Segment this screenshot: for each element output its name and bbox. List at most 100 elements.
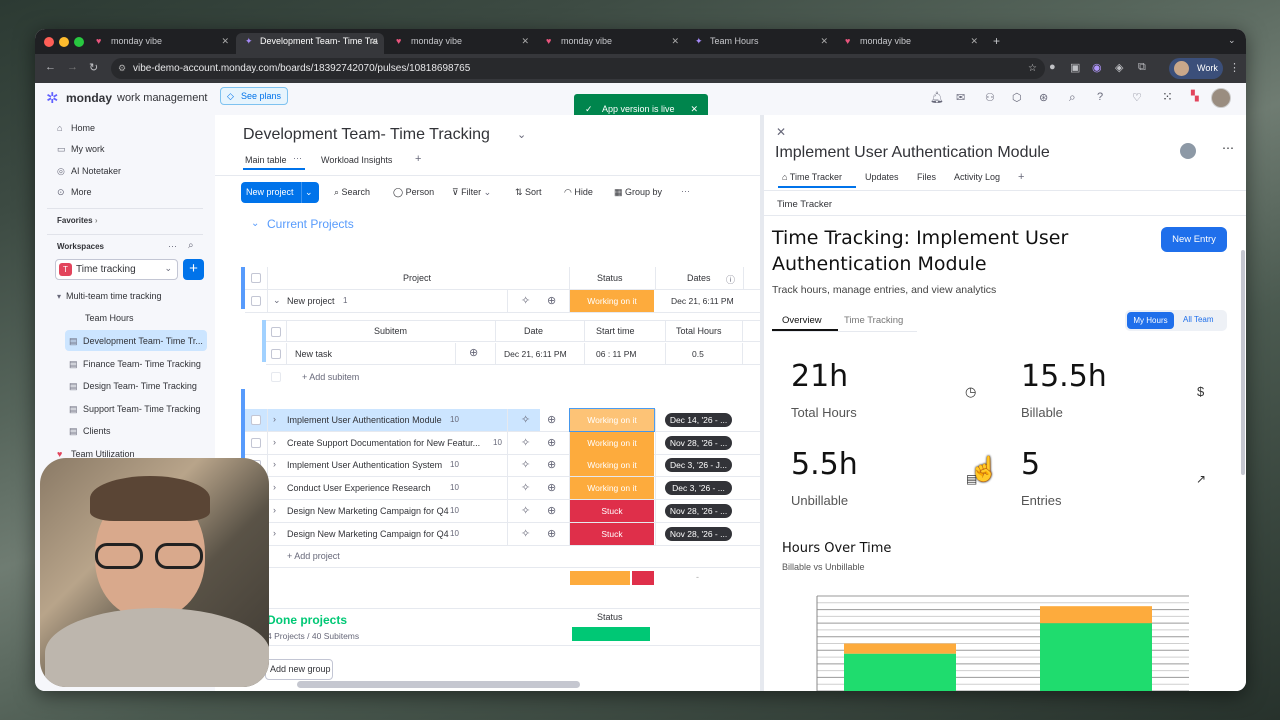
updates-icon[interactable]: ⊕ — [547, 458, 556, 471]
see-plans-button[interactable]: ◇ See plans — [220, 87, 288, 105]
info-icon[interactable]: ⓘ — [726, 273, 735, 286]
item-name[interactable]: Conduct User Experience Research — [287, 483, 431, 493]
person-filter-button[interactable]: ◯ Person — [393, 187, 434, 198]
column-header-start-time[interactable]: Start time — [596, 326, 635, 336]
subitem-start-time[interactable]: 06 : 11 PM — [596, 349, 636, 359]
all-team-toggle[interactable]: All Team — [1183, 315, 1214, 324]
status-cell[interactable]: Working on it — [570, 454, 654, 477]
browser-menu-icon[interactable]: ⋮ — [1229, 61, 1240, 74]
select-all-subitems-checkbox[interactable] — [271, 327, 281, 337]
more-dots-icon[interactable]: ⋯ — [1222, 141, 1234, 155]
date-range-cell[interactable]: Dec 3, '26 - ... — [665, 481, 732, 496]
ai-sparkle-icon[interactable]: ✧ — [521, 527, 530, 540]
search-button[interactable]: ⌕ Search — [334, 187, 370, 198]
close-window-button[interactable] — [44, 37, 54, 47]
add-subitem-button[interactable]: + Add subitem — [302, 372, 359, 382]
browser-tab[interactable]: ✦ Team Hours ✕ — [686, 33, 834, 54]
expand-subitems-icon[interactable]: › — [273, 437, 276, 447]
close-tab-icon[interactable]: ✕ — [370, 33, 378, 50]
column-header-status[interactable]: Status — [597, 273, 623, 283]
column-header-date[interactable]: Date — [524, 326, 543, 336]
subitem-date[interactable]: Dec 21, 6:11 PM — [504, 349, 567, 359]
item-name[interactable]: Implement User Authentication System — [287, 460, 442, 470]
sidebar-item-team-hours[interactable]: Team Hours — [85, 313, 134, 323]
address-bar[interactable]: ⚙ vibe-demo-account.monday.com/boards/18… — [111, 58, 1045, 79]
expand-subitems-icon[interactable]: › — [273, 414, 276, 424]
subitem-name[interactable]: New task — [295, 349, 332, 359]
help-icon[interactable]: ? — [1097, 91, 1103, 103]
invite-icon[interactable]: ⚇ — [985, 91, 995, 104]
ai-sparkle-icon[interactable]: ✧ — [521, 504, 530, 517]
sidebar-item-more[interactable]: ⊙ More — [57, 187, 92, 198]
column-header-subitem[interactable]: Subitem — [374, 326, 407, 336]
status-cell[interactable]: Working on it — [569, 408, 655, 432]
column-header-dates[interactable]: Dates — [687, 273, 711, 283]
expand-subitems-icon[interactable]: › — [273, 528, 276, 538]
extension-icon[interactable]: ◉ — [1092, 61, 1102, 74]
horizontal-scrollbar[interactable] — [297, 681, 580, 688]
select-all-checkbox[interactable] — [251, 273, 261, 283]
maximize-window-button[interactable] — [74, 37, 84, 47]
add-view-icon[interactable]: + — [415, 153, 421, 165]
table-row[interactable]: › Create Support Documentation for New Fe… — [245, 431, 760, 455]
extension-icon[interactable]: ● — [1049, 61, 1056, 73]
more-dots-icon[interactable]: ··· — [681, 186, 690, 196]
subtab-time-tracking[interactable]: Time Tracking — [844, 315, 903, 326]
date-range-cell[interactable]: Dec 3, '26 - J... — [665, 458, 732, 473]
ai-sparkle-icon[interactable]: ✧ — [521, 294, 530, 307]
updates-icon[interactable]: ⊕ — [547, 413, 556, 426]
bell-icon[interactable]: 🔔︎ — [930, 91, 944, 104]
column-header-status[interactable]: Status — [597, 612, 623, 622]
date-cell[interactable]: Dec 21, 6:11 PM — [671, 296, 734, 306]
tab-updates[interactable]: Updates — [865, 172, 899, 182]
sidebar-item-design-board[interactable]: ▤ Design Team- Time Tracking — [69, 381, 197, 392]
filter-button[interactable]: ⊽ Filter ⌄ — [452, 187, 491, 198]
new-entry-button[interactable]: New Entry — [1161, 227, 1227, 252]
subscriber-avatar[interactable] — [1180, 143, 1196, 159]
collapse-subitems-icon[interactable]: ⌄ — [273, 295, 281, 306]
row-checkbox[interactable] — [251, 437, 261, 448]
reload-icon[interactable]: ↻ — [89, 61, 98, 74]
item-name[interactable]: Implement User Authentication Module — [287, 415, 442, 425]
ai-sparkle-icon[interactable]: ✧ — [521, 458, 530, 471]
group-by-button[interactable]: ▦ Group by — [614, 187, 662, 198]
status-cell[interactable]: Working on it — [570, 431, 654, 454]
sidebar-item-my-work[interactable]: ▭ My work — [57, 144, 105, 155]
row-checkbox[interactable] — [251, 296, 261, 306]
apps-icon[interactable]: ⬡ — [1012, 91, 1022, 104]
table-row[interactable]: ⌄ New project 1 ✧ ⊕ Working on it Dec 21… — [245, 290, 760, 313]
ai-sparkle-icon[interactable]: ✧ — [521, 436, 530, 449]
my-hours-toggle[interactable]: My Hours — [1127, 312, 1174, 329]
tab-main-table[interactable]: Main table — [245, 155, 287, 165]
chevron-down-icon[interactable]: ⌄ — [517, 128, 526, 141]
sidebar-item-clients[interactable]: ▤ Clients — [69, 426, 111, 437]
column-header-total-hours[interactable]: Total Hours — [676, 326, 722, 336]
subitem-total-hours[interactable]: 0.5 — [692, 349, 704, 359]
add-workspace-item-button[interactable]: + — [183, 259, 204, 280]
expand-subitems-icon[interactable]: › — [273, 505, 276, 515]
item-name[interactable]: Design New Marketing Campaign for Q4 — [287, 529, 449, 539]
close-panel-icon[interactable]: ✕ — [776, 125, 786, 139]
tab-search-icon[interactable]: ⌄ — [1228, 35, 1236, 46]
tab-workload-insights[interactable]: Workload Insights — [321, 155, 392, 165]
inbox-icon[interactable]: ✉ — [956, 91, 965, 104]
updates-icon[interactable]: ⊕ — [547, 294, 556, 307]
updates-icon[interactable]: ⊕ — [547, 504, 556, 517]
browser-tab[interactable]: ♥ monday vibe ✕ — [537, 33, 685, 54]
sidebar-folder[interactable]: ▾ Multi-team time tracking — [57, 291, 162, 301]
panel-scrollbar[interactable] — [1241, 250, 1245, 475]
table-row[interactable]: › Design New Marketing Campaign for Q4 10 ✧… — [245, 499, 760, 523]
new-project-button[interactable]: New project ⌄ — [241, 182, 319, 203]
grid-menu-icon[interactable]: ⁙ — [1162, 89, 1173, 105]
date-range-cell[interactable]: Dec 14, '26 - ... — [665, 413, 732, 427]
tab-activity-log[interactable]: Activity Log — [954, 172, 1000, 182]
collapse-group-icon[interactable]: ⌄ — [251, 218, 259, 229]
status-cell[interactable]: Working on it — [570, 290, 654, 312]
close-tab-icon[interactable]: ✕ — [671, 33, 679, 50]
updates-icon[interactable]: ⊕ — [547, 436, 556, 449]
subitem-row[interactable]: New task ⊕ Dec 21, 6:11 PM 06 : 11 PM 0.… — [266, 343, 760, 365]
more-dots-icon[interactable]: ··· — [168, 241, 177, 251]
board-title[interactable]: Development Team- Time Tracking — [243, 126, 490, 144]
item-name[interactable]: Design New Marketing Campaign for Q4 — [287, 506, 449, 516]
back-icon[interactable]: ← — [45, 61, 56, 73]
